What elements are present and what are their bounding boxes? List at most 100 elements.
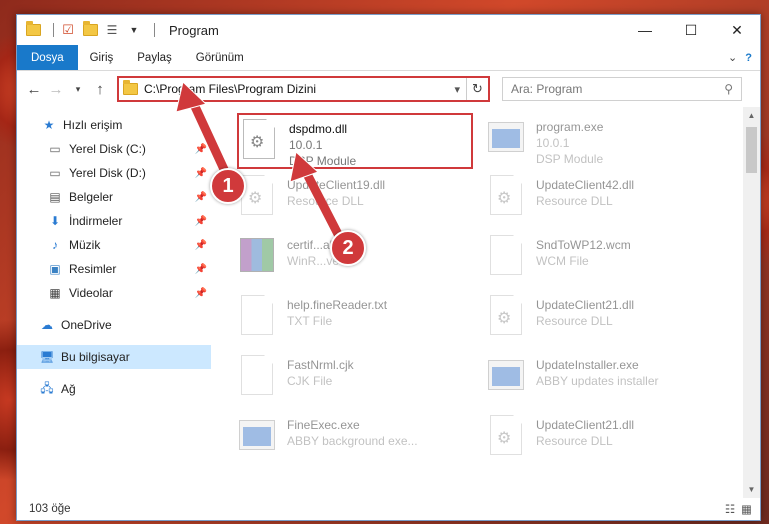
scroll-thumb[interactable] [746, 127, 757, 173]
file-version: 10.0.1 [536, 136, 570, 150]
sidebar-item-label: Müzik [69, 238, 101, 252]
pin-icon[interactable]: 📌 [195, 216, 207, 227]
file-item-dspdmo[interactable]: ⚙ dspdmo.dll 10.0.1 DSP Module [237, 113, 473, 169]
dll-file-icon: ⚙ [486, 171, 526, 219]
pin-icon[interactable]: 📌 [195, 240, 207, 251]
music-icon: ♪ [52, 238, 58, 252]
expand-ribbon-icon[interactable]: ⌄ [728, 51, 737, 64]
exe-file-icon [237, 411, 277, 459]
tab-file[interactable]: Dosya [17, 45, 78, 70]
customize-toolbar-icon[interactable]: ☰ [104, 22, 120, 38]
tab-home[interactable]: Giriş [78, 45, 126, 70]
file-item-program-exe[interactable]: program.exe 10.0.1 DSP Module [486, 113, 726, 169]
scroll-up-icon[interactable]: ▲ [743, 107, 760, 124]
new-folder-icon[interactable] [82, 21, 98, 38]
separator [53, 23, 54, 37]
documents-icon: ▤ [49, 190, 61, 204]
file-name: program.exe [536, 120, 604, 134]
sidebar-item-label: Yerel Disk (D:) [69, 166, 146, 180]
pin-icon[interactable]: 📌 [195, 192, 207, 203]
archive-file-icon [237, 231, 277, 279]
properties-check-icon[interactable]: ☑ [60, 22, 76, 38]
scroll-down-icon[interactable]: ▼ [743, 481, 760, 498]
pin-icon[interactable]: 📌 [195, 264, 207, 275]
file-item[interactable]: FineExec.exe ABBY background exe... [237, 411, 477, 467]
pin-icon[interactable]: 📌 [195, 288, 207, 299]
document-file-icon [486, 231, 526, 279]
address-path[interactable]: C:\Program Files\Program Dizini [144, 82, 316, 96]
refresh-icon[interactable]: ↻ [466, 78, 488, 100]
file-type: ABBY background exe... [287, 434, 418, 448]
back-button[interactable]: ← [23, 78, 45, 100]
sidebar-item-label: Belgeler [69, 190, 114, 204]
file-type: TXT File [287, 314, 333, 328]
navigation-pane: ★ Hızlı erişim ▭ Yerel Disk (C:) 📌 ▭ Yer… [17, 107, 211, 498]
sidebar-item-music[interactable]: ♪ Müzik 📌 [17, 233, 211, 257]
sidebar-item-label: Yerel Disk (C:) [69, 142, 146, 156]
sidebar-item-videos[interactable]: ▦ Videolar 📌 [17, 281, 211, 305]
address-row: ← → ▾ ↑ C:\Program Files\Program Dizini … [17, 71, 760, 107]
details-view-icon[interactable]: ☷ [725, 502, 735, 516]
recent-locations-button[interactable]: ▾ [67, 78, 89, 100]
file-list: ⚙ dspdmo.dll 10.0.1 DSP Module program.e… [211, 107, 760, 498]
file-type: WCM File [536, 254, 589, 268]
file-name: FastNrml.cjk [287, 358, 354, 372]
sidebar-item-local-disk-c[interactable]: ▭ Yerel Disk (C:) 📌 [17, 137, 211, 161]
sidebar-item-pictures[interactable]: ▣ Resimler 📌 [17, 257, 211, 281]
file-name: UpdateInstaller.exe [536, 358, 639, 372]
forward-button[interactable]: → [45, 78, 67, 100]
close-button[interactable]: ✕ [714, 15, 760, 45]
item-count: 103 öğe [29, 503, 71, 515]
file-item[interactable]: UpdateInstaller.exe ABBY updates install… [486, 351, 726, 407]
help-icon[interactable]: ? [745, 52, 752, 64]
file-item[interactable]: ⚙ UpdateClient19.dll Resource DLL [237, 171, 477, 227]
file-item[interactable]: ⚙ UpdateClient21.dll Resource DLL [486, 291, 726, 347]
sidebar-item-label: Ağ [61, 382, 76, 396]
file-item[interactable]: ⚙ UpdateClient21.dll Resource DLL [486, 411, 726, 467]
main-area: ★ Hızlı erişim ▭ Yerel Disk (C:) 📌 ▭ Yer… [17, 107, 760, 498]
chevron-down-icon[interactable]: ▾ [454, 83, 460, 96]
search-placeholder: Ara: Program [511, 82, 583, 96]
star-icon: ★ [43, 118, 55, 132]
computer-icon: 🖥 [39, 350, 55, 364]
step-badge-1: 1 [210, 168, 246, 204]
sidebar-item-network[interactable]: 🖧 Ağ [17, 377, 211, 401]
file-type: Resource DLL [536, 434, 613, 448]
file-item[interactable]: help.fineReader.txt TXT File [237, 291, 477, 347]
sidebar-item-label: Videolar [69, 286, 113, 300]
sidebar-item-documents[interactable]: ▤ Belgeler 📌 [17, 185, 211, 209]
tab-share[interactable]: Paylaş [125, 45, 184, 70]
file-item[interactable]: FastNrml.cjk CJK File [237, 351, 477, 407]
minimize-button[interactable]: — [622, 15, 668, 45]
ribbon-tabs: Dosya Giriş Paylaş Görünüm ⌄ ? [17, 45, 760, 71]
tab-view[interactable]: Görünüm [184, 45, 256, 70]
sidebar-item-local-disk-d[interactable]: ▭ Yerel Disk (D:) 📌 [17, 161, 211, 185]
up-button[interactable]: ↑ [89, 78, 111, 100]
search-icon[interactable]: ⚲ [724, 82, 733, 96]
address-bar[interactable]: C:\Program Files\Program Dizini ▾ ↻ [117, 76, 490, 102]
large-icons-view-icon[interactable]: ▦ [741, 502, 752, 516]
sidebar-item-this-pc[interactable]: 🖥 Bu bilgisayar [17, 345, 211, 369]
file-description: DSP Module [289, 154, 357, 168]
sidebar-item-downloads[interactable]: ⬇ İndirmeler 📌 [17, 209, 211, 233]
title-bar: ☑ ☰ ▼ Program — ☐ ✕ [17, 15, 760, 45]
pin-icon[interactable]: 📌 [195, 168, 207, 179]
file-name: FineExec.exe [287, 418, 360, 432]
file-name: dspdmo.dll [289, 122, 348, 136]
file-name: UpdateClient42.dll [536, 178, 635, 192]
sidebar-item-onedrive[interactable]: ☁ OneDrive [17, 313, 211, 337]
vertical-scrollbar[interactable]: ▲ ▼ [743, 107, 760, 498]
chevron-down-icon[interactable]: ▼ [126, 22, 142, 38]
sidebar-item-label: Resimler [69, 262, 117, 276]
quick-access-item[interactable]: ★ Hızlı erişim [17, 113, 211, 137]
status-bar: 103 öğe ☷ ▦ [17, 498, 760, 520]
pictures-icon: ▣ [49, 262, 61, 276]
file-item[interactable]: SndToWP12.wcm WCM File [486, 231, 726, 287]
download-icon: ⬇ [49, 214, 61, 228]
file-type: Resource DLL [536, 194, 613, 208]
quick-access-label: Hızlı erişim [63, 118, 123, 132]
pin-icon[interactable]: 📌 [195, 144, 207, 155]
maximize-button[interactable]: ☐ [668, 15, 714, 45]
search-input[interactable]: Ara: Program ⚲ [502, 77, 742, 101]
file-item[interactable]: ⚙ UpdateClient42.dll Resource DLL [486, 171, 726, 227]
